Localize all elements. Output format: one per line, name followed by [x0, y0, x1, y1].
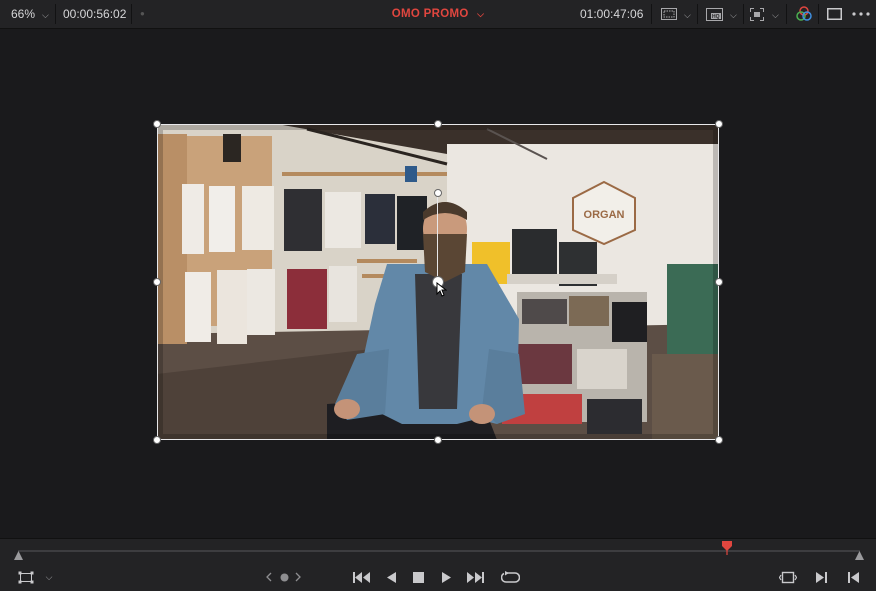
divider [743, 4, 744, 24]
scrubber-out-marker[interactable] [855, 547, 864, 565]
divider [55, 4, 56, 24]
transport-bar: ⌵ [0, 538, 876, 591]
scrubber-track[interactable] [18, 550, 860, 552]
viewer-header: 66% ⌵ 00:00:56:02 ● OMO PROMO ⌵ 01:00:47… [0, 0, 876, 29]
divider [786, 4, 787, 24]
rotation-handle[interactable] [434, 189, 442, 197]
safe-area-chevron-icon[interactable]: ⌵ [684, 1, 691, 29]
record-timecode[interactable]: 01:00:47:06 [580, 0, 643, 28]
jump-to-start-icon[interactable] [351, 568, 371, 586]
loop-icon[interactable] [499, 568, 521, 586]
more-options-icon[interactable] [851, 5, 871, 23]
play-icon[interactable] [438, 568, 454, 586]
match-frame-icon[interactable] [777, 568, 799, 586]
scrubber-in-marker[interactable] [14, 547, 23, 565]
divider [131, 4, 132, 24]
zoom-level[interactable]: 66% [11, 0, 35, 28]
color-wheel-icon[interactable] [795, 5, 813, 23]
single-viewer-icon[interactable] [825, 5, 843, 23]
transform-chevron-icon[interactable]: ⌵ [43, 568, 55, 586]
transform-icon[interactable] [16, 568, 36, 586]
source-timecode[interactable]: 00:00:56:02 [63, 0, 126, 28]
mouse-cursor-icon [436, 281, 448, 302]
scrubber-playhead[interactable] [721, 541, 732, 560]
divider [697, 4, 698, 24]
play-reverse-icon[interactable] [383, 568, 399, 586]
jump-to-end-icon[interactable] [465, 568, 485, 586]
zoom-dropdown-chevron-icon[interactable]: ⌵ [42, 1, 49, 29]
transform-handle-right[interactable] [715, 278, 723, 286]
hq-display-icon[interactable]: HQ [705, 5, 723, 23]
jog-wheel-icon[interactable] [278, 568, 290, 586]
safe-area-icon[interactable] [660, 5, 678, 23]
transform-handle-top-left[interactable] [153, 120, 161, 128]
jog-left-icon[interactable] [263, 568, 275, 586]
jog-right-icon[interactable] [292, 568, 304, 586]
timeline-chevron-icon[interactable]: ⌵ [477, 9, 484, 19]
transform-handle-bottom-left[interactable] [153, 436, 161, 444]
svg-text:HQ: HQ [712, 14, 720, 20]
rotation-line [437, 197, 438, 279]
transform-handle-left[interactable] [153, 278, 161, 286]
dot-icon: ● [140, 9, 145, 18]
organ-sign-text: ORGAN [584, 209, 625, 221]
focus-overlay-icon[interactable] [749, 5, 765, 23]
transform-handle-top-right[interactable] [715, 120, 723, 128]
transform-handle-top[interactable] [434, 120, 442, 128]
prev-edit-icon[interactable] [845, 568, 861, 586]
hq-chevron-icon[interactable]: ⌵ [730, 1, 737, 29]
divider [818, 4, 819, 24]
timeline-name[interactable]: OMO PROMO [392, 8, 469, 20]
transform-handle-bottom[interactable] [434, 436, 442, 444]
stop-icon[interactable] [410, 568, 426, 586]
transform-handle-bottom-right[interactable] [715, 436, 723, 444]
next-edit-icon[interactable] [813, 568, 829, 586]
focus-chevron-icon[interactable]: ⌵ [772, 1, 779, 29]
divider [651, 4, 652, 24]
